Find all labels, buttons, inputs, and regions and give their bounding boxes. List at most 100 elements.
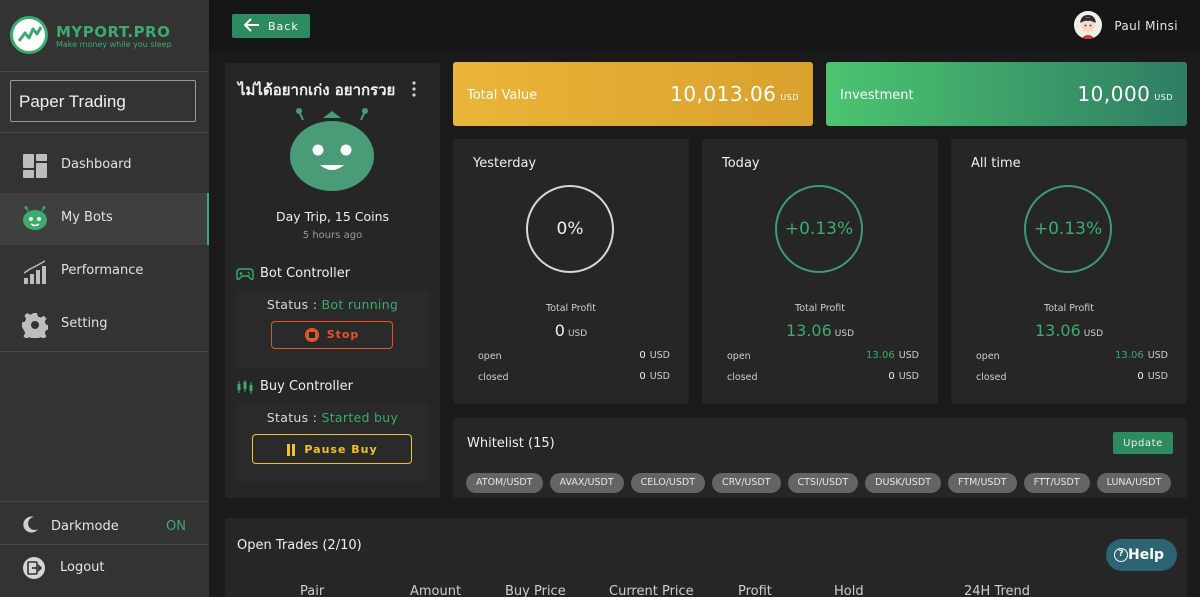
logout-label: Logout bbox=[60, 560, 105, 575]
column-header[interactable]: Pair bbox=[300, 584, 324, 597]
period-card-all-time: All time +0.13% Total Profit 13.06 USD op… bbox=[951, 139, 1187, 404]
pair-chip[interactable]: LUNA/USDT bbox=[1096, 473, 1172, 493]
bot-icon bbox=[23, 206, 47, 230]
trading-mode-box[interactable]: Paper Trading bbox=[10, 80, 196, 122]
help-button[interactable]: ? Help bbox=[1106, 539, 1177, 571]
amount: 10,000 bbox=[1077, 82, 1151, 106]
unit: USD bbox=[780, 93, 799, 102]
open-label: open bbox=[976, 351, 1000, 362]
question-icon: ? bbox=[1114, 548, 1128, 562]
sidebar-item-my-bots[interactable]: My Bots bbox=[0, 193, 209, 245]
amount: 0 bbox=[639, 350, 646, 361]
back-button[interactable]: Back bbox=[232, 14, 310, 38]
logout-button[interactable]: Logout bbox=[0, 546, 209, 590]
sidebar-item-label: Dashboard bbox=[61, 157, 132, 172]
heading-text: Buy Controller bbox=[260, 379, 353, 394]
unit: USD bbox=[834, 329, 855, 339]
closed-label: closed bbox=[727, 372, 758, 383]
total-value-card: Total Value 10,013.06 USD bbox=[453, 62, 813, 126]
pause-buy-button[interactable]: Pause Buy bbox=[252, 434, 412, 464]
profit-percent-ring: +0.13% bbox=[1024, 185, 1112, 273]
bot-status: Status : Bot running bbox=[236, 297, 429, 312]
brand[interactable]: MYPORT.PRO Make money while you sleep bbox=[10, 14, 200, 58]
arrow-left-icon bbox=[244, 18, 259, 32]
column-header[interactable]: Profit bbox=[738, 584, 772, 597]
sidebar-item-label: Performance bbox=[61, 263, 144, 278]
sidebar-item-label: Setting bbox=[61, 316, 108, 331]
unit: USD bbox=[1154, 93, 1173, 102]
brand-logo bbox=[10, 16, 48, 54]
brand-name: MYPORT.PRO bbox=[56, 23, 171, 41]
buy-status: Status : Started buy bbox=[236, 410, 429, 425]
total-profit-label: Total Profit bbox=[1044, 303, 1094, 314]
column-header[interactable]: Amount bbox=[410, 584, 461, 597]
stop-button[interactable]: Stop bbox=[271, 321, 393, 349]
amount: 0 bbox=[554, 321, 565, 340]
open-value: 0 USD bbox=[639, 350, 670, 361]
closed-value: 0 USD bbox=[888, 371, 919, 382]
column-header[interactable]: Buy Price bbox=[505, 584, 566, 597]
period-card-yesterday: Yesterday 0% Total Profit 0 USD open 0 USD… bbox=[453, 139, 689, 404]
investment-label: Investment bbox=[840, 88, 914, 103]
sidebar-item-setting[interactable]: Setting bbox=[0, 299, 209, 351]
pair-chip[interactable]: DUSK/USDT bbox=[865, 473, 941, 493]
unit: USD bbox=[898, 371, 919, 382]
profit-percent: 0% bbox=[556, 219, 584, 239]
pair-chip[interactable]: CTSI/USDT bbox=[787, 473, 859, 493]
pair-chip[interactable]: FTM/USDT bbox=[947, 473, 1017, 493]
sidebar: MYPORT.PRO Make money while you sleep Pa… bbox=[0, 0, 209, 597]
divider bbox=[0, 71, 209, 72]
column-header[interactable]: 24H Trend bbox=[964, 584, 1030, 597]
whitelist-panel: Whitelist (15) Update ATOM/USDT AVAX/USDT… bbox=[453, 418, 1187, 498]
bot-controller-panel: Status : Bot running Stop bbox=[236, 291, 429, 369]
update-button[interactable]: Update bbox=[1113, 432, 1173, 454]
help-label: Help bbox=[1128, 547, 1165, 563]
chart-icon bbox=[23, 260, 46, 284]
unit: USD bbox=[1147, 350, 1168, 361]
pair-chip[interactable]: AVAX/USDT bbox=[549, 473, 624, 493]
closed-value: 0 USD bbox=[639, 371, 670, 382]
logout-icon bbox=[23, 557, 45, 579]
pause-icon bbox=[287, 443, 296, 456]
status-label: Status : bbox=[266, 297, 318, 312]
amount: 13.06 bbox=[785, 321, 832, 340]
pair-chip[interactable]: CRV/USDT bbox=[712, 473, 781, 493]
pair-chip[interactable]: FTT/USDT bbox=[1023, 473, 1090, 493]
profit-percent-ring: +0.13% bbox=[775, 185, 863, 273]
top-bar: Back Paul Minsi bbox=[209, 0, 1200, 52]
total-value-amount: 10,013.06 USD bbox=[670, 82, 799, 106]
bot-avatar-icon bbox=[290, 108, 374, 191]
column-header[interactable]: Current Price bbox=[609, 584, 694, 597]
closed-label: closed bbox=[976, 372, 1007, 383]
total-profit-label: Total Profit bbox=[546, 303, 596, 314]
user-menu[interactable]: Paul Minsi bbox=[1074, 11, 1178, 41]
moon-icon bbox=[23, 516, 38, 533]
amount: 10,013.06 bbox=[670, 82, 777, 106]
candlestick-icon bbox=[237, 379, 253, 394]
darkmode-toggle[interactable]: Darkmode ON bbox=[0, 505, 209, 545]
open-trades-title: Open Trades (2/10) bbox=[237, 538, 362, 553]
open-trades-panel: Open Trades (2/10) Pair Amount Buy Price… bbox=[225, 518, 1187, 597]
sidebar-item-dashboard[interactable]: Dashboard bbox=[0, 140, 209, 192]
whitelist-pairs: ATOM/USDT AVAX/USDT CELO/USDT CRV/USDT CTSI/… bbox=[466, 470, 1178, 493]
total-profit-value: 13.06 USD bbox=[951, 321, 1187, 340]
pair-chip[interactable]: CELO/USDT bbox=[630, 473, 706, 493]
unit: USD bbox=[649, 371, 670, 382]
total-value-label: Total Value bbox=[467, 88, 538, 103]
bot-card: ไม่ได้อยากเก่ง อยากรวย Day Trip, 15 Coin… bbox=[225, 63, 440, 498]
sidebar-item-performance[interactable]: Performance bbox=[0, 246, 209, 298]
period-card-today: Today +0.13% Total Profit 13.06 USD open … bbox=[702, 139, 938, 404]
column-header[interactable]: Hold bbox=[834, 584, 864, 597]
stop-icon bbox=[304, 328, 319, 342]
bot-controller-heading: Bot Controller bbox=[236, 266, 350, 281]
bot-updated-time: 5 hours ago bbox=[302, 230, 363, 241]
divider bbox=[0, 501, 209, 502]
darkmode-state: ON bbox=[166, 519, 186, 534]
amount: 0 bbox=[1137, 371, 1144, 382]
darkmode-label: Darkmode bbox=[51, 519, 119, 534]
more-options-icon[interactable] bbox=[411, 81, 417, 97]
closed-value: 0 USD bbox=[1137, 371, 1168, 382]
total-profit-value: 0 USD bbox=[453, 321, 689, 340]
pair-chip[interactable]: ATOM/USDT bbox=[466, 473, 543, 493]
divider bbox=[0, 132, 209, 133]
